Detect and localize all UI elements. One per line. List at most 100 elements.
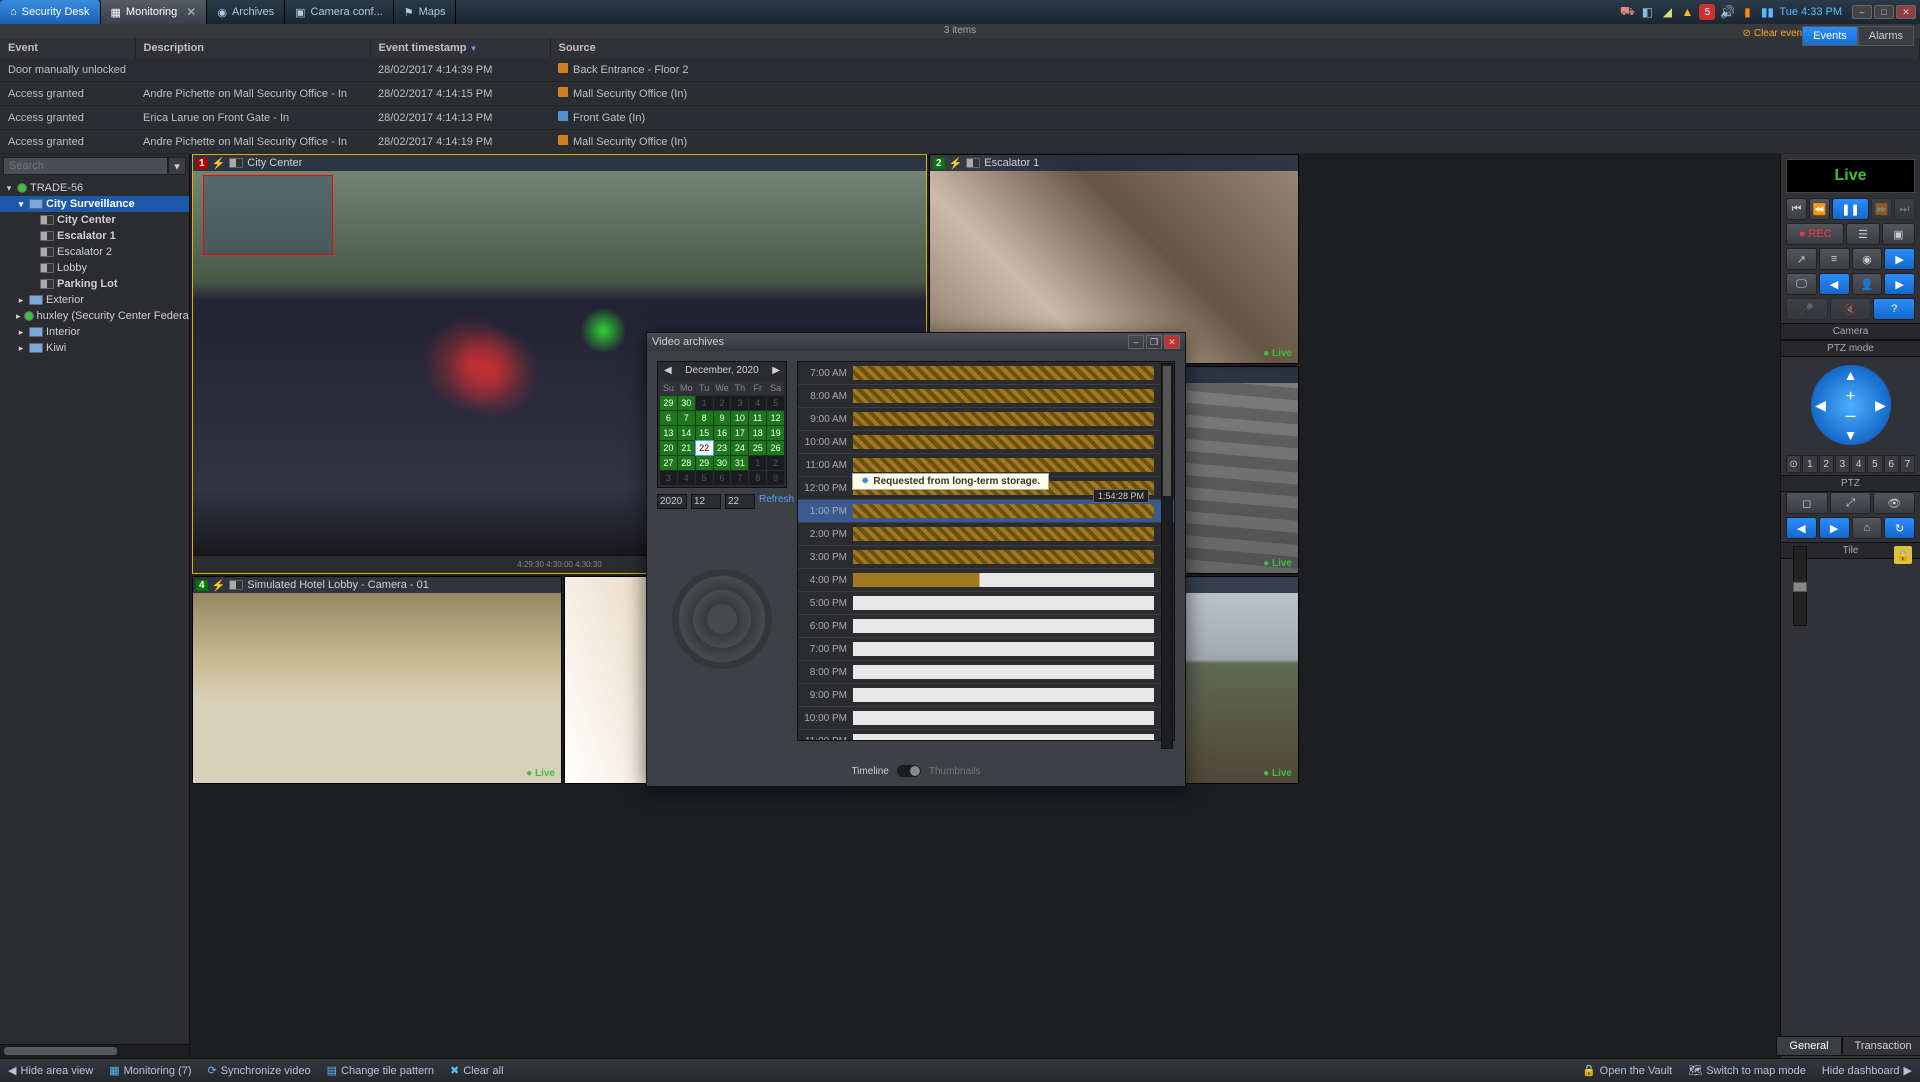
calendar-day[interactable]: 4 (749, 396, 766, 410)
tray-icon[interactable]: ◢ (1659, 4, 1675, 20)
tray-icon[interactable]: ⛟ (1619, 4, 1635, 20)
preset-button[interactable]: 6 (1884, 455, 1899, 473)
tab-general[interactable]: General (1776, 1036, 1841, 1056)
calendar-day[interactable]: 2 (767, 456, 784, 470)
calendar-day[interactable]: 23 (714, 441, 731, 455)
skip-fwd-button[interactable]: ⏭ (1894, 198, 1915, 220)
timeline-row[interactable]: 10:00 PM (798, 707, 1174, 730)
tab-maps[interactable]: ⚑Maps (394, 0, 457, 24)
ptz-btn[interactable]: 👁 (1873, 492, 1915, 514)
expander-icon[interactable]: ▸ (16, 295, 26, 306)
calendar-day[interactable]: 15 (696, 426, 713, 440)
archive-bar[interactable] (853, 504, 1154, 518)
tree-city-surveillance[interactable]: ▾City Surveillance (0, 196, 189, 212)
tree-camera[interactable]: City Center (0, 212, 189, 228)
ptz-right[interactable]: ▶ (1873, 397, 1889, 413)
col-description[interactable]: Description (135, 38, 370, 58)
refresh-link[interactable]: Refresh (759, 494, 794, 509)
ptz-start-button[interactable]: ◉ (1852, 248, 1883, 270)
minimize-icon[interactable]: – (1128, 335, 1144, 349)
archive-bar[interactable] (853, 435, 1154, 449)
calendar-day[interactable]: 13 (660, 426, 677, 440)
calendar-day[interactable]: 16 (714, 426, 731, 440)
table-row[interactable]: Door manually unlocked28/02/2017 4:14:39… (0, 58, 1920, 82)
minimap[interactable] (203, 175, 333, 255)
archive-bar[interactable] (853, 458, 1154, 472)
calendar-day[interactable]: 14 (678, 426, 695, 440)
tree-kiwi[interactable]: ▸Kiwi (0, 340, 189, 356)
sidebar-scrollbar[interactable] (0, 1044, 189, 1058)
expander-icon[interactable]: ▸ (16, 327, 26, 338)
timeline-row[interactable]: 2:00 PM (798, 523, 1174, 546)
tab-archives[interactable]: ◉Archives (207, 0, 285, 24)
archive-bar[interactable] (853, 389, 1154, 403)
calendar-day[interactable]: 4 (678, 471, 695, 485)
calendar-day[interactable]: 26 (767, 441, 784, 455)
timeline-scrollbar[interactable] (1161, 363, 1173, 749)
help-button[interactable]: ? (1873, 298, 1915, 320)
tray-icon[interactable]: ▲ (1679, 4, 1695, 20)
day-input[interactable] (725, 494, 755, 509)
volume-icon[interactable]: 🔊 (1719, 4, 1735, 20)
tile-hotel-lobby[interactable]: 4⚡Simulated Hotel Lobby - Camera - 01 Li… (192, 576, 562, 784)
col-event[interactable]: Event (0, 38, 135, 58)
tree-interior[interactable]: ▸Interior (0, 324, 189, 340)
clear-all[interactable]: ✖Clear all (450, 1064, 504, 1077)
calendar-day[interactable]: 1 (696, 396, 713, 410)
tray-icon[interactable]: ◧ (1639, 4, 1655, 20)
calendar-day[interactable]: 28 (678, 456, 695, 470)
expander-icon[interactable]: ▸ (16, 343, 26, 354)
forward-button[interactable]: ⏩ (1871, 198, 1892, 220)
calendar-day[interactable]: 11 (749, 411, 766, 425)
monitor-button[interactable]: 🖵 (1786, 273, 1817, 295)
next-button[interactable]: ▶ (1884, 248, 1915, 270)
ptz-zoom-in[interactable]: + (1843, 389, 1859, 405)
calendar-day[interactable]: 27 (660, 456, 677, 470)
lock-button[interactable]: 🔒 (1894, 546, 1912, 564)
close-button[interactable]: ✕ (1896, 5, 1916, 19)
calendar-day[interactable]: 25 (749, 441, 766, 455)
stream-button[interactable]: ≡ (1819, 248, 1850, 270)
archive-bar[interactable] (853, 642, 1154, 656)
change-pattern[interactable]: ▤Change tile pattern (327, 1064, 434, 1077)
timeline-row[interactable]: 7:00 AM (798, 362, 1174, 385)
tab-transaction[interactable]: Transaction (1842, 1036, 1920, 1056)
timeline-row[interactable]: 4:00 PM (798, 569, 1174, 592)
calendar-day[interactable]: 8 (696, 411, 713, 425)
calendar-day[interactable]: 17 (731, 426, 748, 440)
forward-nav-button[interactable]: ▶ (1884, 273, 1915, 295)
timeline-row[interactable]: 6:00 PM (798, 615, 1174, 638)
minimize-button[interactable]: – (1852, 5, 1872, 19)
switch-map-mode[interactable]: 🗺Switch to map mode (1688, 1064, 1806, 1077)
preset-button[interactable]: 4 (1851, 455, 1866, 473)
tree-camera[interactable]: Escalator 1 (0, 228, 189, 244)
calendar-day[interactable]: 8 (749, 471, 766, 485)
back-button[interactable]: ◀ (1819, 273, 1850, 295)
ptz-right-btn[interactable]: ▶ (1819, 517, 1850, 539)
calendar-day[interactable]: 9 (714, 411, 731, 425)
calendar-day[interactable]: 7 (731, 471, 748, 485)
sync-video[interactable]: ⟳Synchronize video (208, 1064, 311, 1077)
calendar-day[interactable]: 5 (767, 396, 784, 410)
timeline-row[interactable]: 1:00 PM (798, 500, 1174, 523)
ptz-refresh-btn[interactable]: ↻ (1884, 517, 1915, 539)
preset-button[interactable]: 1 (1802, 455, 1817, 473)
zoom-slider[interactable] (1793, 546, 1807, 626)
chart-icon[interactable]: ▮▮ (1759, 4, 1775, 20)
ptz-btn[interactable]: ⤢ (1830, 492, 1872, 514)
monitoring-count[interactable]: ▦Monitoring (7) (109, 1064, 191, 1077)
close-icon[interactable]: ✕ (186, 5, 196, 19)
pause-button[interactable]: ❚❚ (1832, 198, 1868, 220)
events-tab[interactable]: Events (1802, 26, 1858, 46)
month-input[interactable] (691, 494, 721, 509)
tree-root[interactable]: ▾TRADE-56 (0, 180, 189, 196)
calendar-day[interactable]: 9 (767, 471, 784, 485)
archive-bar[interactable] (853, 711, 1154, 725)
timeline-row[interactable]: 9:00 AM (798, 408, 1174, 431)
archive-timeline[interactable]: 7:00 AM8:00 AM9:00 AM10:00 AM11:00 AM12:… (797, 361, 1175, 741)
calendar-day[interactable]: 10 (731, 411, 748, 425)
filter-button[interactable]: ▾ (168, 157, 186, 175)
ptz-wheel[interactable]: ▲ ▼ ◀ ▶ + – (1811, 365, 1891, 445)
maximize-button[interactable]: □ (1874, 5, 1894, 19)
calendar-day[interactable]: 12 (767, 411, 784, 425)
